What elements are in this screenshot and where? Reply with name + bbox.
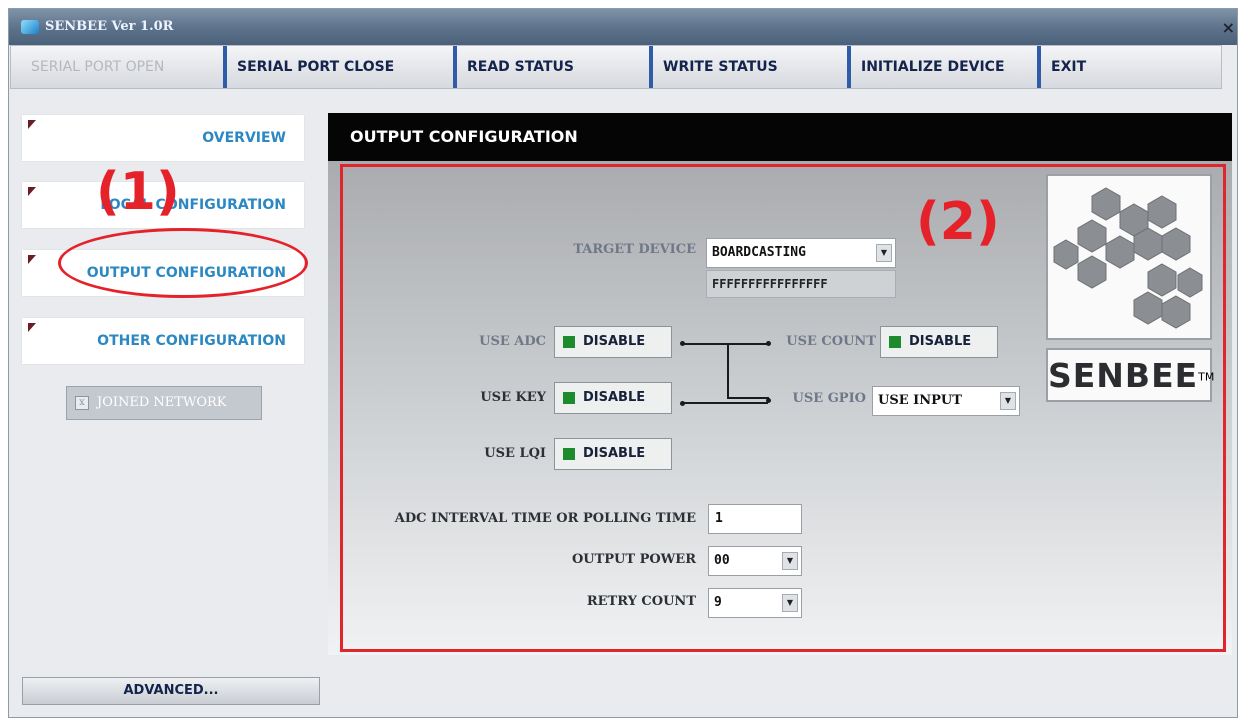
use-key-value: DISABLE bbox=[583, 390, 646, 405]
app-icon bbox=[21, 20, 39, 34]
target-device-select[interactable]: BOARDCASTING ▼ bbox=[706, 238, 896, 268]
use-key-button[interactable]: DISABLE bbox=[554, 382, 672, 414]
chevron-down-icon[interactable]: ▼ bbox=[782, 552, 798, 570]
retry-count-value: 9 bbox=[714, 595, 722, 610]
brand-logo: SENBEETM bbox=[1046, 348, 1215, 402]
connector-dot bbox=[766, 398, 771, 403]
title-bar[interactable]: SENBEE Ver 1.0R × bbox=[9, 9, 1237, 45]
connector-line bbox=[727, 397, 769, 399]
corner-marker-icon bbox=[28, 187, 36, 196]
use-adc-button[interactable]: DISABLE bbox=[554, 326, 672, 358]
sidebar-item-label: OVERVIEW bbox=[202, 130, 286, 146]
sidebar-item-other-configuration[interactable]: OTHER CONFIGURATION bbox=[22, 318, 304, 364]
read-status-button[interactable]: READ STATUS bbox=[453, 46, 633, 88]
hexagon-cluster-icon bbox=[1046, 174, 1212, 340]
status-indicator-icon bbox=[563, 336, 575, 348]
annotation-ellipse bbox=[58, 228, 308, 298]
serial-port-open-button[interactable]: SERIAL PORT OPEN bbox=[21, 46, 221, 88]
use-key-label: USE KEY bbox=[480, 390, 546, 405]
use-adc-value: DISABLE bbox=[583, 334, 646, 349]
advanced-button[interactable]: ADVANCED... bbox=[22, 677, 320, 705]
joined-network-label: JOINED NETWORK bbox=[97, 395, 227, 410]
sidebar-item-overview[interactable]: OVERVIEW bbox=[22, 115, 304, 161]
chevron-down-icon[interactable]: ▼ bbox=[1000, 392, 1016, 410]
toolbar: SERIAL PORT OPEN SERIAL PORT CLOSE READ … bbox=[10, 45, 1222, 89]
hexagon-logo-graphic bbox=[1053, 187, 1203, 329]
connector-line bbox=[684, 343, 768, 345]
serial-port-close-button[interactable]: SERIAL PORT CLOSE bbox=[223, 46, 415, 88]
corner-marker-icon bbox=[28, 120, 36, 129]
use-adc-label: USE ADC bbox=[479, 334, 546, 349]
window-title: SENBEE Ver 1.0R bbox=[45, 19, 174, 34]
section-header: OUTPUT CONFIGURATION bbox=[328, 113, 1232, 161]
sidebar-item-label: OTHER CONFIGURATION bbox=[97, 333, 286, 349]
corner-marker-icon bbox=[28, 255, 36, 264]
output-power-select[interactable]: 00 ▼ bbox=[708, 546, 802, 576]
close-icon[interactable]: × bbox=[1222, 18, 1235, 37]
use-lqi-value: DISABLE bbox=[583, 446, 646, 461]
corner-marker-icon bbox=[28, 323, 36, 332]
joined-network-checkbox[interactable]: x JOINED NETWORK bbox=[66, 386, 262, 420]
annotation-number-1: (1) bbox=[96, 162, 180, 222]
use-count-button[interactable]: DISABLE bbox=[880, 326, 998, 358]
chevron-down-icon[interactable]: ▼ bbox=[876, 244, 892, 262]
checkbox-icon: x bbox=[75, 396, 89, 410]
output-power-label: OUTPUT POWER bbox=[571, 552, 696, 567]
connector-dot bbox=[766, 341, 771, 346]
output-power-value: 00 bbox=[714, 553, 730, 568]
use-count-label: USE COUNT bbox=[786, 334, 876, 349]
use-gpio-select[interactable]: USE INPUT ▼ bbox=[872, 386, 1020, 416]
chevron-down-icon[interactable]: ▼ bbox=[782, 594, 798, 612]
retry-count-label: RETRY COUNT bbox=[586, 594, 696, 609]
status-strip bbox=[328, 655, 1232, 703]
use-count-value: DISABLE bbox=[909, 334, 972, 349]
use-lqi-label: USE LQI bbox=[484, 446, 546, 461]
use-lqi-button[interactable]: DISABLE bbox=[554, 438, 672, 470]
connector-line bbox=[684, 402, 768, 404]
status-indicator-icon bbox=[563, 448, 575, 460]
annotation-number-2: (2) bbox=[916, 192, 1000, 252]
use-gpio-label: USE GPIO bbox=[792, 391, 866, 406]
exit-button[interactable]: EXIT bbox=[1037, 46, 1217, 88]
target-address-field: FFFFFFFFFFFFFFFF bbox=[706, 270, 896, 298]
status-indicator-icon bbox=[889, 336, 901, 348]
retry-count-select[interactable]: 9 ▼ bbox=[708, 588, 802, 618]
logo-word: SENBEE bbox=[1048, 356, 1199, 395]
write-status-button[interactable]: WRITE STATUS bbox=[649, 46, 829, 88]
page-title: OUTPUT CONFIGURATION bbox=[350, 127, 578, 146]
logo-trademark: TM bbox=[1198, 370, 1215, 384]
adc-interval-input[interactable]: 1 bbox=[708, 504, 802, 534]
target-device-label: TARGET DEVICE bbox=[573, 242, 696, 257]
adc-interval-label: ADC INTERVAL TIME OR POLLING TIME bbox=[394, 511, 696, 526]
use-gpio-value: USE INPUT bbox=[878, 393, 962, 408]
connector-line bbox=[727, 343, 729, 399]
initialize-device-button[interactable]: INITIALIZE DEVICE bbox=[847, 46, 1027, 88]
status-indicator-icon bbox=[563, 392, 575, 404]
target-device-value: BOARDCASTING bbox=[712, 245, 806, 260]
